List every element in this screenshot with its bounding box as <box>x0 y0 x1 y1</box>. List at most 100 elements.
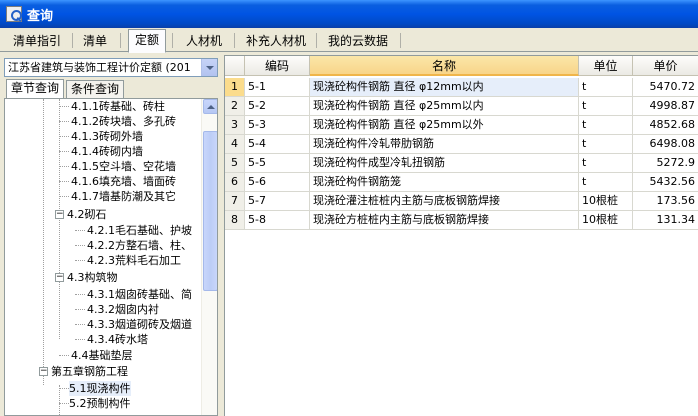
cell-code[interactable]: 5-4 <box>245 135 310 154</box>
cell-price[interactable]: 5272.9 <box>633 154 698 173</box>
cell-price[interactable]: 131.34 <box>633 211 698 230</box>
tree-node[interactable]: 4.1.1砖基础、砖柱 <box>71 99 165 114</box>
row-number: 8 <box>225 211 245 230</box>
cell-price[interactable]: 6498.08 <box>633 135 698 154</box>
table-row[interactable]: 4 5-4 现浇砼构件冷轧带肋钢筋 t 6498.08 <box>225 135 698 154</box>
tree-line <box>75 309 85 310</box>
title-bar: 查询 <box>0 0 698 28</box>
tree-node[interactable]: 4.3.3烟道砌砖及烟道 <box>87 317 192 332</box>
tab-quota[interactable]: 定额 <box>128 29 166 53</box>
tree-node[interactable]: 4.3.2烟囱内衬 <box>87 302 159 317</box>
tree-node[interactable]: 4.2.2方整石墙、柱、 <box>87 238 192 253</box>
column-header-name[interactable]: 名称 <box>310 56 579 76</box>
cell-name[interactable]: 现浇砼构件钢筋 直径 φ25mm以外 <box>310 116 579 135</box>
table-row[interactable]: 8 5-8 现浇砼方桩桩内主筋与底板钢筋焊接 10根桩 131.34 <box>225 211 698 230</box>
window-title: 查询 <box>27 8 54 24</box>
scroll-thumb[interactable] <box>203 131 217 291</box>
cell-code[interactable]: 5-8 <box>245 211 310 230</box>
tree-node[interactable]: 4.1.3砖砌外墙 <box>71 129 143 144</box>
tree-node[interactable]: 4.2.1毛石基础、护坡 <box>87 223 192 238</box>
row-number: 7 <box>225 192 245 211</box>
scroll-up-icon[interactable] <box>203 99 217 114</box>
tab-labor-material[interactable]: 人材机 <box>180 30 228 51</box>
tab-list-guide[interactable]: 清单指引 <box>6 30 68 51</box>
tree-node[interactable]: 4.1.7墙基防潮及其它 <box>71 189 176 204</box>
collapse-icon[interactable]: − <box>39 367 48 376</box>
row-number: 1 <box>225 78 245 97</box>
column-header-unit[interactable]: 单位 <box>579 56 633 76</box>
tab-separator <box>72 33 73 48</box>
quota-library-select[interactable]: 江苏省建筑与装饰工程计价定额 (201 <box>4 58 218 77</box>
tree-node[interactable]: 4.1.2砖块墙、多孔砖 <box>71 114 176 129</box>
cell-price[interactable]: 173.56 <box>633 192 698 211</box>
table-row[interactable]: 7 5-7 现浇砼灌注桩桩内主筋与底板钢筋焊接 10根桩 173.56 <box>225 192 698 211</box>
cell-name[interactable]: 现浇砼灌注桩桩内主筋与底板钢筋焊接 <box>310 192 579 211</box>
tab-supplement-material[interactable]: 补充人材机 <box>240 30 312 51</box>
cell-name[interactable]: 现浇砼构件冷轧带肋钢筋 <box>310 135 579 154</box>
tree-node[interactable]: 4.4基础垫层 <box>71 348 133 363</box>
column-header-code[interactable]: 编码 <box>245 56 310 76</box>
cell-code[interactable]: 5-1 <box>245 78 310 97</box>
collapse-icon[interactable]: − <box>55 210 64 219</box>
cell-unit[interactable]: t <box>579 116 633 135</box>
tree-node[interactable]: 4.2砌石 <box>67 207 107 222</box>
cell-unit[interactable]: 10根桩 <box>579 192 633 211</box>
tree-scrollbar[interactable] <box>201 99 217 415</box>
column-header-price[interactable]: 单价 <box>633 56 698 76</box>
cell-code[interactable]: 5-5 <box>245 154 310 173</box>
tree-line <box>59 196 69 197</box>
table-row[interactable]: 5 5-5 现浇砼构件成型冷轧扭钢筋 t 5272.9 <box>225 154 698 173</box>
cell-code[interactable]: 5-7 <box>245 192 310 211</box>
cell-code[interactable]: 5-3 <box>245 116 310 135</box>
table-row[interactable]: 1 5-1 现浇砼构件钢筋 直径 φ12mm以内 t 5470.72 <box>225 78 698 97</box>
tree-node[interactable]: 4.1.6填充墙、墙面砖 <box>71 174 176 189</box>
tree-node[interactable]: 4.3.1烟囱砖基础、简 <box>87 287 192 302</box>
cell-name[interactable]: 现浇砼构件钢筋 直径 φ25mm以内 <box>310 97 579 116</box>
tree-line <box>59 403 69 404</box>
tree-line <box>59 151 69 152</box>
row-number: 2 <box>225 97 245 116</box>
main-tab-bar: 清单指引 清单 定额 人材机 补充人材机 我的云数据 <box>0 28 698 53</box>
tree-line <box>59 388 69 389</box>
chevron-down-icon[interactable] <box>201 59 217 76</box>
tree-line <box>59 106 69 107</box>
tree-node-selected[interactable]: 5.1现浇构件 <box>69 381 131 396</box>
tree-node[interactable]: 4.1.5空斗墙、空花墙 <box>71 159 176 174</box>
cell-name[interactable]: 现浇砼方桩桩内主筋与底板钢筋焊接 <box>310 211 579 230</box>
quota-library-value: 江苏省建筑与装饰工程计价定额 (201 <box>8 61 191 74</box>
cell-name[interactable]: 现浇砼构件钢筋 直径 φ12mm以内 <box>310 78 579 97</box>
cell-unit[interactable]: t <box>579 135 633 154</box>
cell-unit[interactable]: 10根桩 <box>579 211 633 230</box>
tree-node[interactable]: 5.2预制构件 <box>69 396 131 411</box>
row-number: 6 <box>225 173 245 192</box>
table-row[interactable]: 2 5-2 现浇砼构件钢筋 直径 φ25mm以内 t 4998.87 <box>225 97 698 116</box>
tab-separator <box>120 33 121 48</box>
tab-list[interactable]: 清单 <box>76 30 114 51</box>
table-row[interactable]: 6 5-6 现浇砼构件钢筋笼 t 5432.56 <box>225 173 698 192</box>
cell-unit[interactable]: t <box>579 97 633 116</box>
cell-unit[interactable]: t <box>579 78 633 97</box>
cell-price[interactable]: 5432.56 <box>633 173 698 192</box>
cell-unit[interactable]: t <box>579 173 633 192</box>
cell-price[interactable]: 4998.87 <box>633 97 698 116</box>
cell-price[interactable]: 4852.68 <box>633 116 698 135</box>
tree-node[interactable]: 4.1.4砖砌内墙 <box>71 144 143 159</box>
tree-node[interactable]: 第五章钢筋工程 <box>51 364 128 379</box>
cell-code[interactable]: 5-2 <box>245 97 310 116</box>
cell-price[interactable]: 5470.72 <box>633 78 698 97</box>
tab-my-cloud-data[interactable]: 我的云数据 <box>320 30 396 51</box>
cell-name[interactable]: 现浇砼构件钢筋笼 <box>310 173 579 192</box>
tree-node[interactable]: 4.3构筑物 <box>67 270 118 285</box>
cell-name[interactable]: 现浇砼构件成型冷轧扭钢筋 <box>310 154 579 173</box>
cell-code[interactable]: 5-6 <box>245 173 310 192</box>
table-row[interactable]: 3 5-3 现浇砼构件钢筋 直径 φ25mm以外 t 4852.68 <box>225 116 698 135</box>
tab-condition-query[interactable]: 条件查询 <box>66 80 124 98</box>
collapse-icon[interactable]: − <box>55 273 64 282</box>
tab-chapter-query[interactable]: 章节查询 <box>6 79 64 99</box>
cell-unit[interactable]: t <box>579 154 633 173</box>
tree-line <box>59 99 60 339</box>
tree-line <box>59 136 69 137</box>
tree-node[interactable]: 4.3.4砖水塔 <box>87 332 148 347</box>
chapter-tree[interactable]: 4.1.1砖基础、砖柱 4.1.2砖块墙、多孔砖 4.1.3砖砌外墙 4.1.4… <box>4 98 218 416</box>
tree-node[interactable]: 4.2.3荒料毛石加工 <box>87 253 181 268</box>
